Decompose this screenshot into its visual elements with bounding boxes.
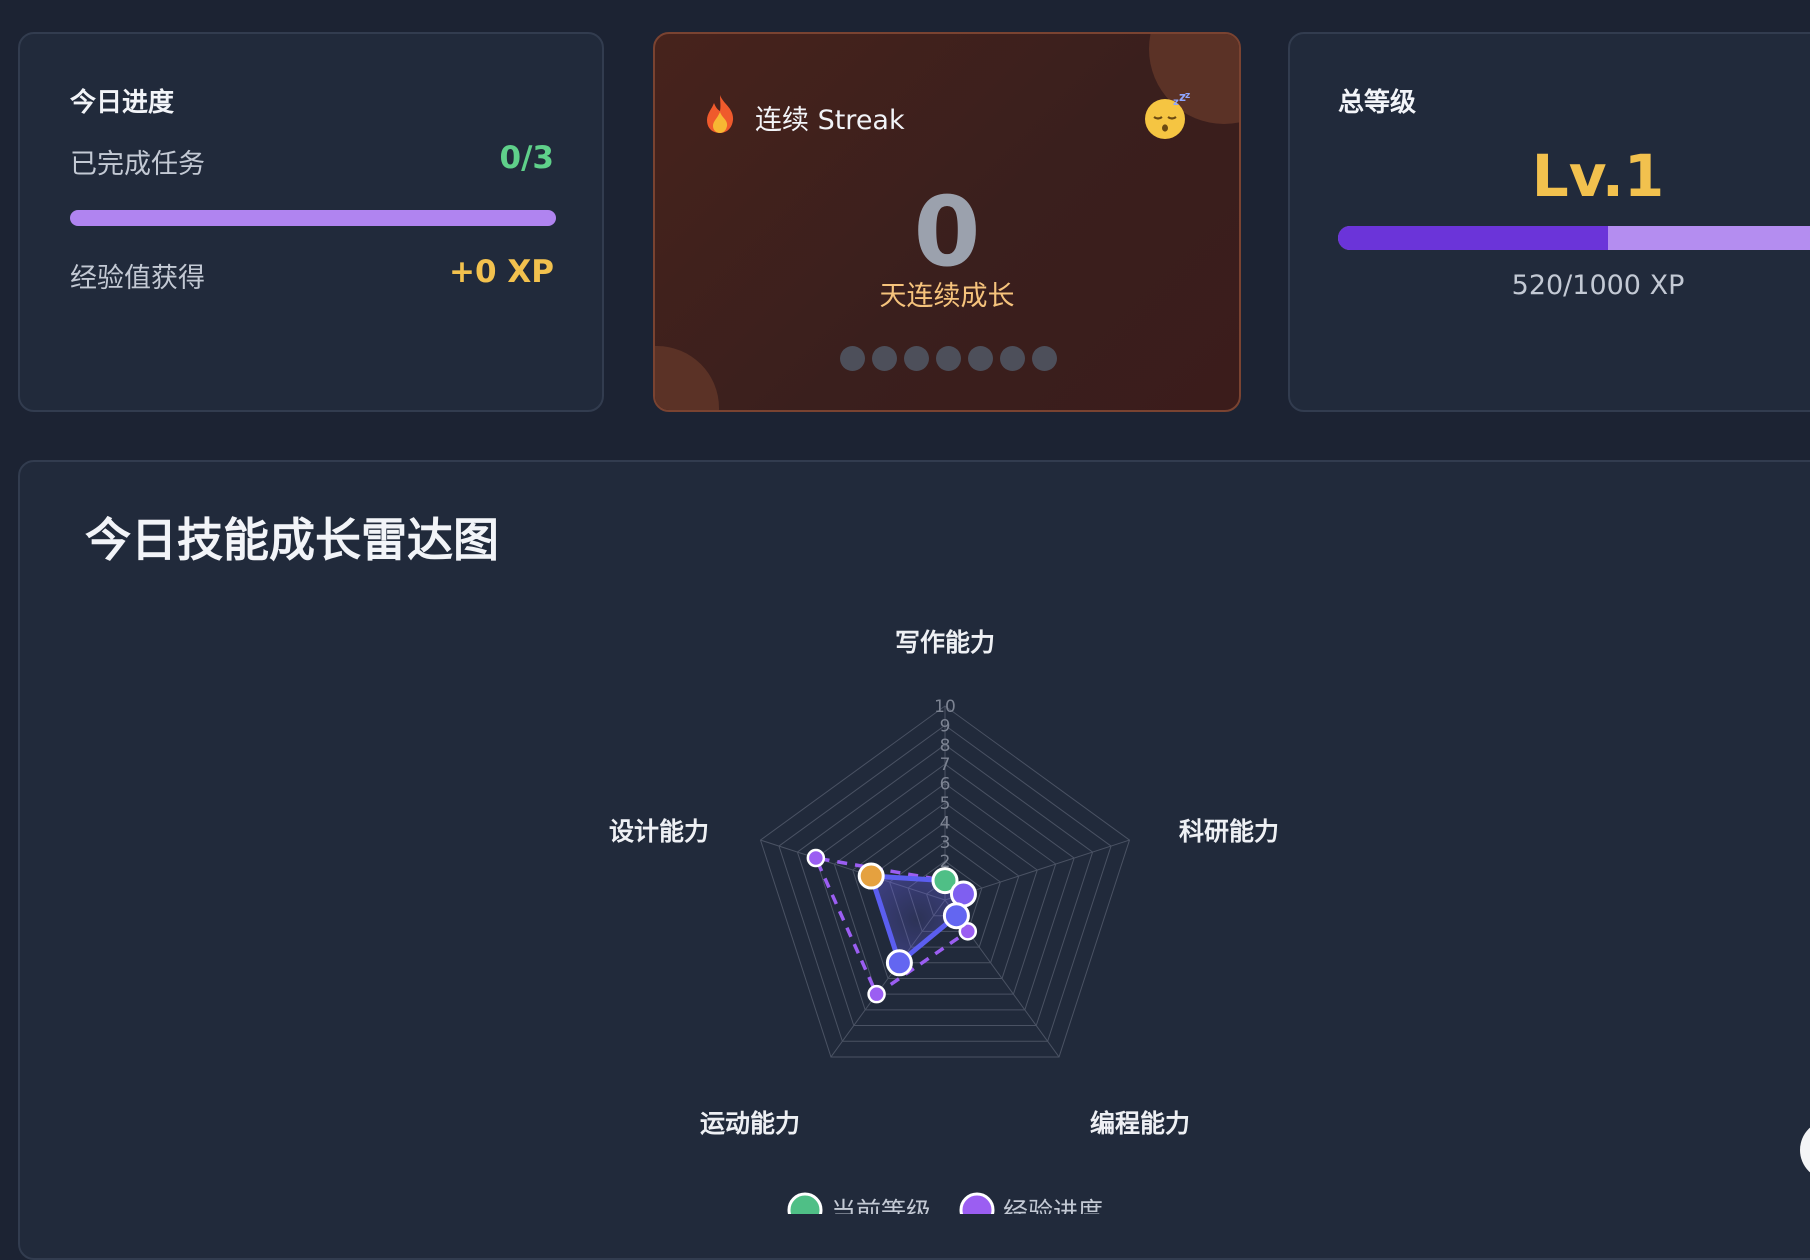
radar-tick-label: 3 bbox=[940, 833, 951, 853]
legend-swatch bbox=[959, 1192, 995, 1214]
radar-axis-label: 设计能力 bbox=[609, 817, 709, 846]
legend-label: 当前等级 bbox=[831, 1197, 931, 1214]
radar-axis-label: 编程能力 bbox=[1090, 1109, 1190, 1138]
radar-point bbox=[885, 949, 913, 977]
radar-point bbox=[867, 984, 886, 1004]
legend-label: 经验进度 bbox=[1003, 1197, 1103, 1214]
legend-swatch bbox=[787, 1192, 823, 1214]
radar-tick-label: 6 bbox=[940, 775, 951, 795]
radar-tick-label: 7 bbox=[940, 755, 951, 775]
radar-tick-label: 4 bbox=[940, 813, 951, 833]
radar-tick-label: 8 bbox=[940, 736, 951, 756]
radar-tick-label: 5 bbox=[940, 794, 951, 814]
radar-axis-label: 运动能力 bbox=[700, 1109, 800, 1138]
radar-point bbox=[857, 862, 885, 890]
radar-point bbox=[942, 902, 970, 930]
radar-axis-label: 写作能力 bbox=[895, 628, 995, 657]
skill-radar-chart: 12345678910写作能力科研能力编程能力运动能力设计能力当前等级经验进度 bbox=[609, 628, 1279, 1214]
radar-axis-label: 科研能力 bbox=[1179, 817, 1279, 846]
radar-point bbox=[806, 848, 826, 868]
radar-tick-label: 10 bbox=[934, 697, 956, 717]
radar-tick-label: 9 bbox=[940, 716, 951, 736]
